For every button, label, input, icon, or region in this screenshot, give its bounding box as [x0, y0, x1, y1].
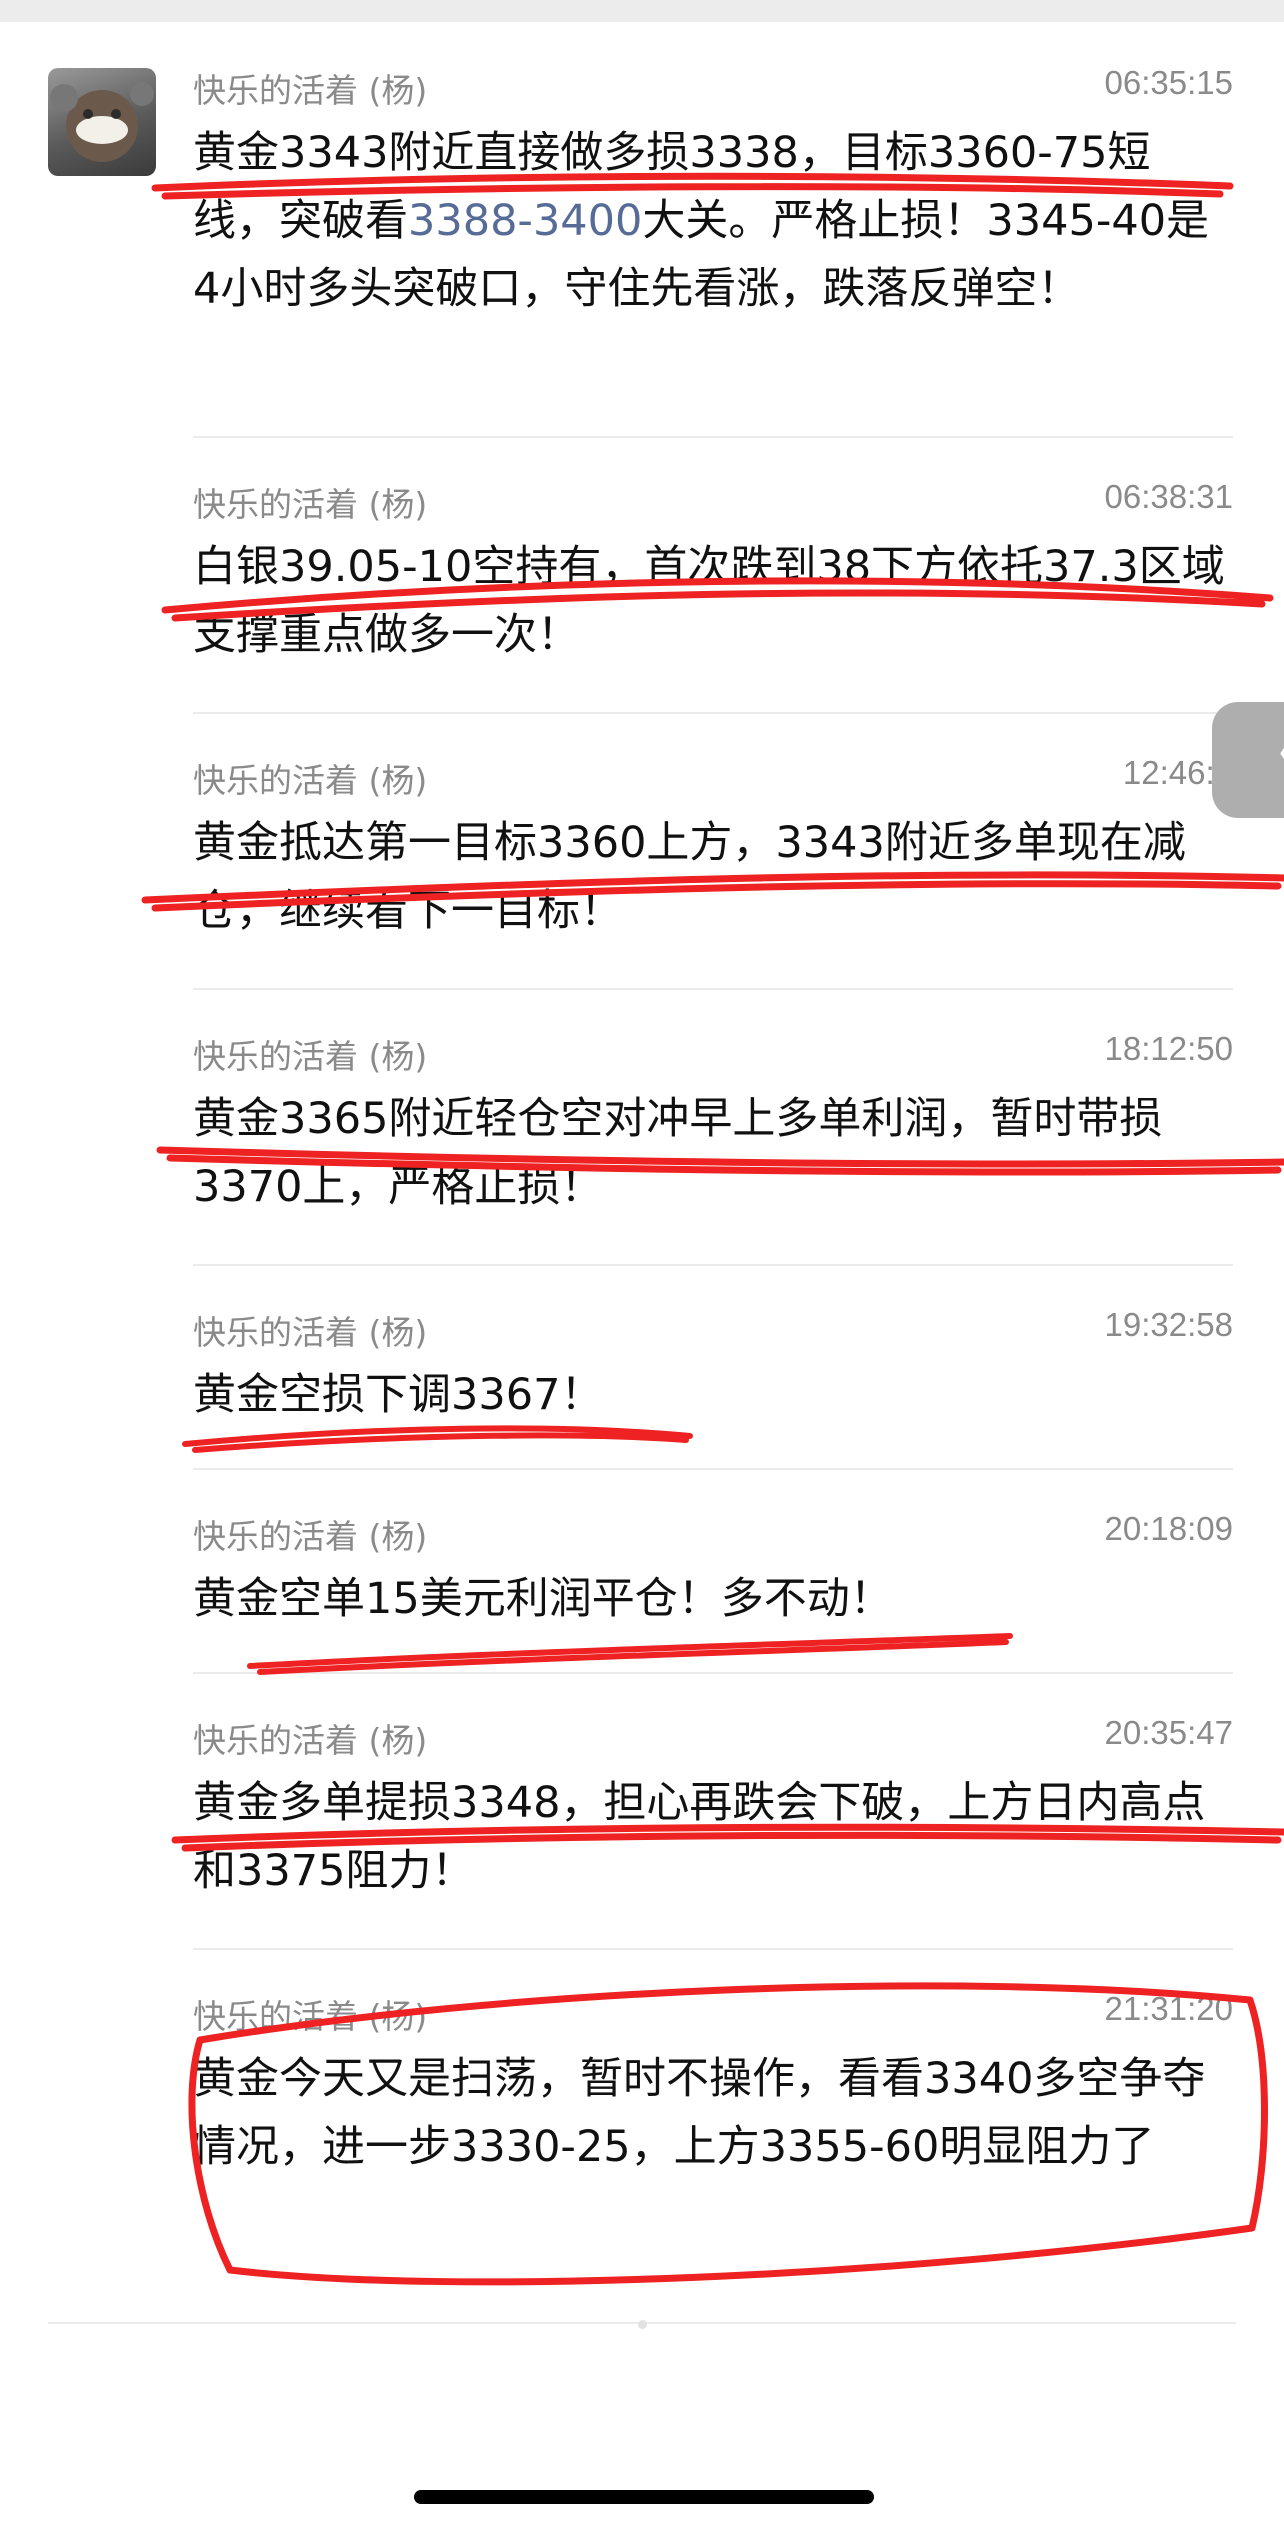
message-divider — [193, 1264, 1233, 1266]
message-divider — [193, 1672, 1233, 1674]
sender-name: 快乐的活着 (杨) — [193, 761, 428, 800]
top-strip — [0, 0, 1284, 22]
sender-name: 快乐的活着 (杨) — [193, 1997, 428, 2036]
sender-name: 快乐的活着 (杨) — [193, 71, 428, 110]
message-text[interactable]: 黄金抵达第一目标3360上方，3343附近多单现在减仓，继续看下一目标！ — [193, 809, 1233, 945]
message-text[interactable]: 黄金空损下调3367！ — [193, 1361, 1233, 1429]
annotation-underline — [247, 1633, 1013, 1675]
message-time: 18:12:50 — [1104, 1030, 1233, 1067]
chevron-left-icon: 〈 — [1238, 716, 1284, 796]
message-time: 20:35:47 — [1104, 1714, 1233, 1751]
message-divider — [193, 712, 1233, 714]
side-panel-handle[interactable]: 〈 — [1212, 702, 1284, 818]
message-divider — [193, 1948, 1233, 1950]
message-text[interactable]: 黄金今天又是扫荡，暂时不操作，看看3340多空争夺情况，进一步3330-25，上… — [193, 2045, 1233, 2181]
sender-name: 快乐的活着 (杨) — [193, 485, 428, 524]
message-divider — [193, 436, 1233, 438]
sender-name: 快乐的活着 (杨) — [193, 1721, 428, 1760]
message-link[interactable]: 3388-3400 — [408, 196, 642, 246]
message-text[interactable]: 黄金空单15美元利润平仓！多不动！ — [193, 1565, 1233, 1633]
home-indicator[interactable] — [414, 2490, 874, 2504]
message-text[interactable]: 黄金3343附近直接做多损3338，目标3360-75短线，突破看3388-34… — [193, 119, 1233, 323]
message-time: 20:18:09 — [1104, 1510, 1233, 1547]
annotation-underline — [182, 1425, 693, 1453]
message-text[interactable]: 白银39.05-10空持有，首次跌到38下方依托37.3区域支撑重点做多一次！ — [193, 533, 1233, 669]
message-time: 21:31:20 — [1104, 1990, 1233, 2027]
sender-name: 快乐的活着 (杨) — [193, 1313, 428, 1352]
message-time: 06:35:15 — [1104, 64, 1233, 101]
sender-name: 快乐的活着 (杨) — [193, 1037, 428, 1076]
avatar[interactable] — [48, 68, 156, 176]
message-time: 19:32:58 — [1104, 1306, 1233, 1343]
page-indicator-dot — [638, 2320, 647, 2329]
message-time: 06:38:31 — [1104, 478, 1233, 515]
message-text[interactable]: 黄金3365附近轻仓空对冲早上多单利润，暂时带损3370上，严格止损！ — [193, 1085, 1233, 1221]
message-text[interactable]: 黄金多单提损3348，担心再跌会下破，上方日内高点和3375阻力！ — [193, 1769, 1233, 1905]
message-divider — [193, 1468, 1233, 1470]
message-divider — [193, 988, 1233, 990]
sender-name: 快乐的活着 (杨) — [193, 1517, 428, 1556]
